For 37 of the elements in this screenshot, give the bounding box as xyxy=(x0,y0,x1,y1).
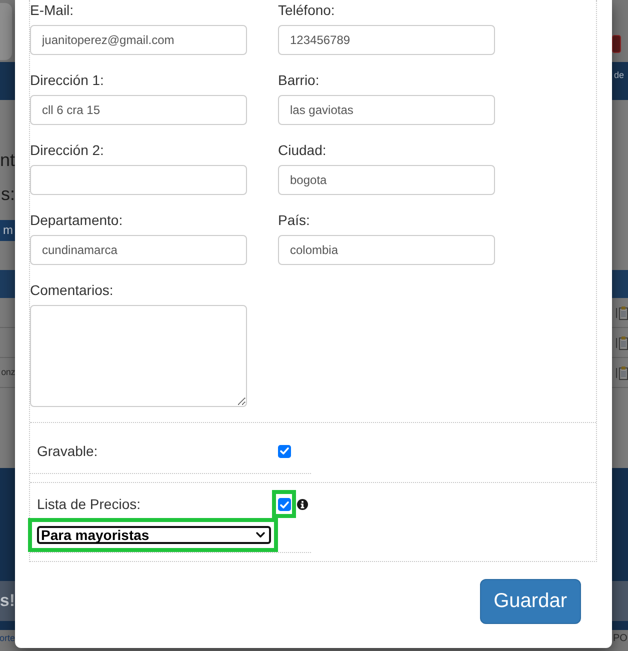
nav-label[interactable]: de xyxy=(614,70,624,81)
logo-block xyxy=(0,3,12,60)
field-label: Ciudad: xyxy=(278,141,326,160)
subheading-text: s: xyxy=(0,183,15,206)
text-input[interactable] xyxy=(30,165,247,195)
field-label: Teléfono: xyxy=(278,1,335,20)
banner-text: s! xyxy=(0,591,15,611)
field-label: País: xyxy=(278,211,310,230)
save-button[interactable]: Guardar xyxy=(480,579,581,624)
clipboard-icon xyxy=(619,336,628,350)
text-input[interactable]: colombia xyxy=(278,235,495,265)
price-list-select[interactable]: Para mayoristas xyxy=(37,526,271,544)
text-input[interactable]: 123456789 xyxy=(278,25,495,55)
field-label: Dirección 1: xyxy=(30,71,104,90)
text-input[interactable]: bogota xyxy=(278,165,495,195)
info-icon xyxy=(297,498,308,510)
chevron-down-icon xyxy=(256,532,265,538)
text-input[interactable]: juanitoperez@gmail.com xyxy=(30,25,247,55)
field-label: Dirección 2: xyxy=(30,141,104,160)
checkbox[interactable] xyxy=(278,498,291,511)
square-icon xyxy=(612,35,621,53)
text-input[interactable]: cll 6 cra 15 xyxy=(30,95,247,125)
footer-text: PO xyxy=(613,633,628,645)
field-label: E-Mail: xyxy=(30,1,74,20)
text-input[interactable]: cundinamarca xyxy=(30,235,247,265)
field-label: Comentarios: xyxy=(30,281,114,300)
option-label: Lista de Precios: xyxy=(37,495,140,514)
action-button[interactable]: m xyxy=(0,220,15,241)
text-input[interactable]: las gaviotas xyxy=(278,95,495,125)
field-label: Barrio: xyxy=(278,71,320,90)
heading-text: nt xyxy=(0,149,15,172)
clipboard-icon xyxy=(619,366,628,380)
clipboard-icon xyxy=(619,306,628,320)
field-label: Departamento: xyxy=(30,211,123,230)
table-cell: onz xyxy=(1,367,15,378)
checkbox[interactable] xyxy=(278,444,291,458)
option-label: Gravable: xyxy=(37,442,98,460)
